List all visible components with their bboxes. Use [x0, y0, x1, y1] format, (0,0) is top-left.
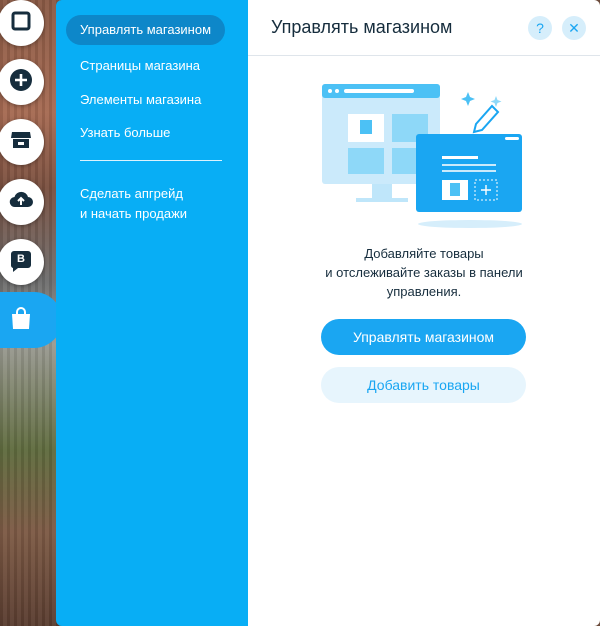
panel-header: Управлять магазином ? ✕ — [248, 0, 600, 56]
tool-upload[interactable] — [0, 179, 44, 225]
blog-icon: B — [9, 250, 33, 274]
blog-letter: B — [17, 253, 25, 265]
nav-item-learn-more[interactable]: Узнать больше — [66, 118, 184, 148]
close-button[interactable]: ✕ — [562, 16, 586, 40]
tool-blog[interactable]: B — [0, 239, 44, 285]
page-title: Управлять магазином — [271, 17, 453, 37]
manage-store-button[interactable]: Управлять магазином — [321, 319, 526, 355]
upgrade-line-2: и начать продажи — [80, 206, 188, 221]
shopping-bag-icon — [10, 306, 32, 335]
nav-item-store-pages[interactable]: Страницы магазина — [66, 51, 214, 81]
tool-store[interactable] — [0, 119, 44, 165]
add-products-button[interactable]: Добавить товары — [321, 367, 526, 403]
tool-add-page[interactable] — [0, 0, 44, 46]
store-dashboard-illustration — [322, 84, 522, 228]
store-icon — [9, 128, 33, 157]
description-line-3: управления. — [386, 284, 462, 299]
tool-shop-active[interactable] — [0, 292, 62, 348]
nav-upgrade-link[interactable]: Сделать апгрейд и начать продажи — [80, 184, 230, 224]
help-button[interactable]: ? — [528, 16, 552, 40]
manage-store-panel: Управлять магазином ? ✕ Добавляйте товар… — [248, 0, 600, 626]
nav-divider — [80, 160, 222, 161]
plus-icon — [9, 68, 33, 97]
upload-cloud-icon — [8, 188, 34, 217]
description-line-2: и отслеживайте заказы в панели — [325, 265, 523, 280]
store-nav-panel: Управлять магазином Страницы магазина Эл… — [56, 0, 248, 626]
description-text: Добавляйте товары и отслеживайте заказы … — [288, 244, 560, 301]
nav-item-store-elements[interactable]: Элементы магазина — [66, 85, 215, 115]
tool-add-element[interactable] — [0, 59, 44, 105]
square-icon — [10, 10, 32, 37]
description-line-1: Добавляйте товары — [364, 246, 484, 261]
upgrade-line-1: Сделать апгрейд — [80, 186, 183, 201]
nav-item-manage-store[interactable]: Управлять магазином — [66, 15, 226, 45]
